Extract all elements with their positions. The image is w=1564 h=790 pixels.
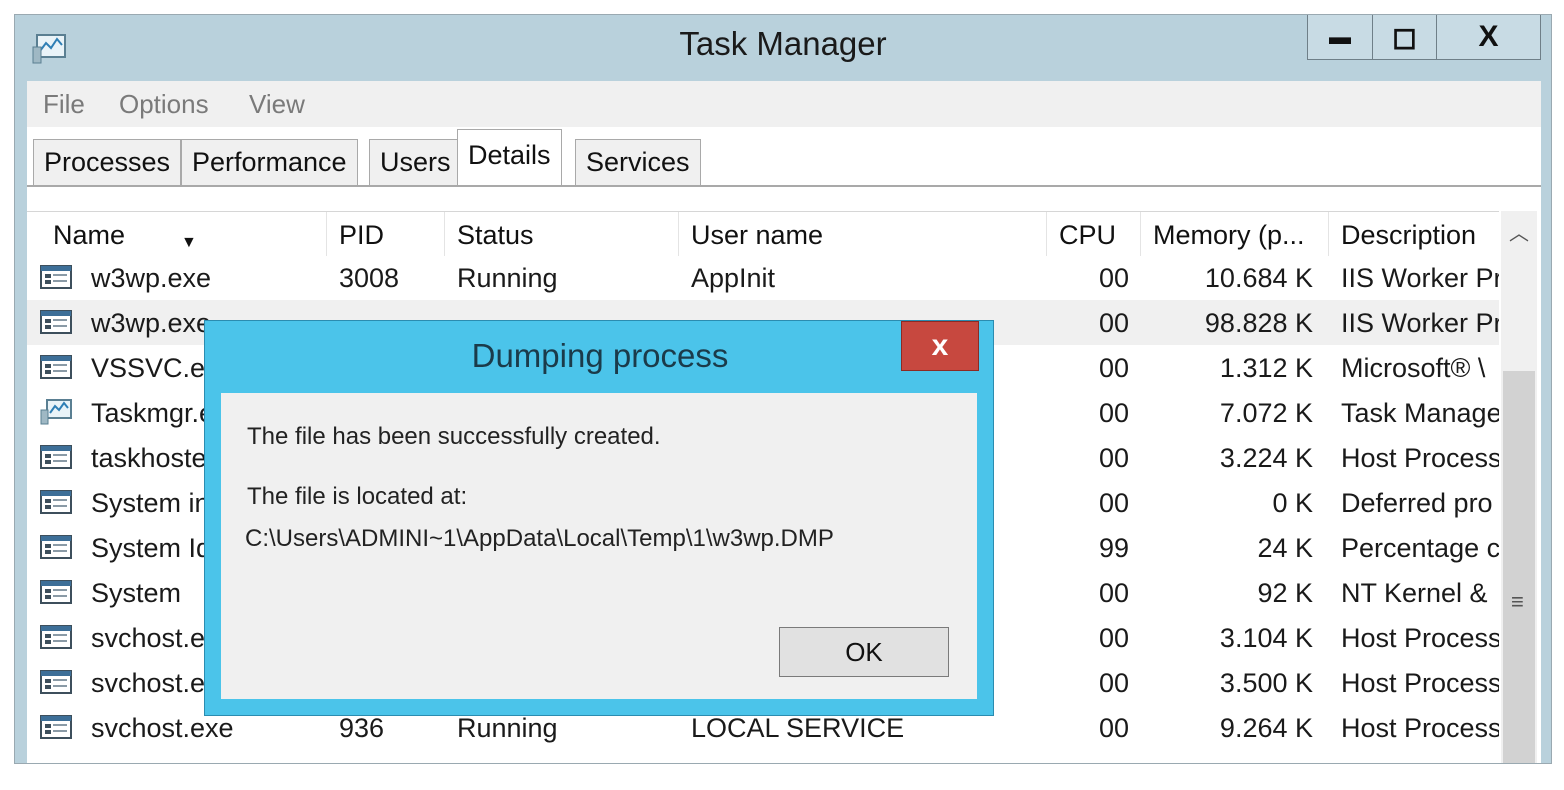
column-name-label: Name: [53, 220, 126, 250]
dumping-process-dialog: Dumping process x The file has been succ…: [204, 320, 994, 716]
tab-details[interactable]: Details: [457, 129, 562, 187]
cell-cpu: 00: [1098, 443, 1129, 473]
process-icon: [40, 625, 72, 649]
ok-button[interactable]: OK: [779, 627, 949, 677]
process-icon: [40, 310, 72, 334]
maximize-button[interactable]: ◻: [1372, 15, 1436, 59]
menu-options[interactable]: Options: [119, 89, 209, 120]
process-icon: [40, 580, 72, 604]
table-row[interactable]: w3wp.exe 3008 Running AppInit 00 10.684 K IIS …: [27, 255, 1499, 300]
cell-description: IIS Worker Pr: [1341, 263, 1499, 293]
column-name[interactable]: Name ▼: [41, 212, 327, 256]
grip-icon: ≡: [1511, 589, 1524, 614]
tab-performance[interactable]: Performance: [181, 139, 358, 185]
tab-services[interactable]: Services: [575, 139, 701, 185]
cell-description: Microsoft® \: [1341, 353, 1486, 383]
minimize-button[interactable]: ▬: [1308, 15, 1372, 59]
dialog-close-button[interactable]: x: [901, 321, 979, 371]
cell-memory: 9.264 K: [1219, 713, 1313, 743]
column-status[interactable]: Status: [445, 212, 679, 256]
cell-memory: 24 K: [1257, 533, 1313, 563]
task-manager-icon: [40, 399, 72, 425]
title-bar[interactable]: Task Manager ▬ ◻ X: [15, 15, 1551, 81]
cell-cpu: 00: [1098, 308, 1129, 338]
dialog-file-path: C:\Users\ADMINI~1\AppData\Local\Temp\1\w…: [245, 525, 834, 552]
cell-memory: 92 K: [1257, 578, 1313, 608]
scroll-up-icon[interactable]: ︿: [1501, 211, 1537, 251]
cell-user: AppInit: [691, 263, 776, 293]
column-cpu[interactable]: CPU: [1047, 212, 1141, 256]
cell-memory: 3.500 K: [1219, 668, 1313, 698]
tab-divider: [27, 185, 1541, 187]
tab-processes[interactable]: Processes: [33, 139, 182, 185]
cell-memory: 1.312 K: [1219, 353, 1313, 383]
cell-memory: 10.684 K: [1204, 263, 1313, 293]
cell-memory: 3.104 K: [1219, 623, 1313, 653]
process-icon: [40, 715, 72, 739]
column-pid[interactable]: PID: [327, 212, 445, 256]
menu-bar: File Options View: [27, 81, 1541, 127]
scroll-thumb[interactable]: ≡: [1503, 371, 1535, 763]
close-icon: X: [1478, 20, 1499, 53]
minimize-icon: ▬: [1329, 24, 1351, 49]
maximize-icon: ◻: [1392, 20, 1417, 54]
window-controls: ▬ ◻ X: [1307, 15, 1541, 60]
cell-description: IIS Worker Pr: [1341, 308, 1499, 338]
cell-memory: 0 K: [1272, 488, 1313, 518]
column-memory[interactable]: Memory (p...: [1141, 212, 1329, 256]
cell-cpu: 00: [1098, 398, 1129, 428]
cell-cpu: 99: [1098, 533, 1129, 563]
close-icon: x: [931, 329, 949, 362]
cell-description: NT Kernel &: [1341, 578, 1488, 608]
cell-description: Host Process: [1341, 443, 1499, 473]
dialog-body: The file has been successfully created. …: [221, 393, 977, 699]
cell-cpu: 00: [1098, 488, 1129, 518]
cell-description: Host Process: [1341, 623, 1499, 653]
column-user-name[interactable]: User name: [679, 212, 1047, 256]
close-button[interactable]: X: [1436, 15, 1540, 59]
cell-status: Running: [457, 263, 558, 293]
cell-memory: 3.224 K: [1219, 443, 1313, 473]
cell-memory: 7.072 K: [1219, 398, 1313, 428]
cell-cpu: 00: [1098, 578, 1129, 608]
process-icon: [40, 355, 72, 379]
dialog-message: The file has been successfully created.: [247, 423, 661, 450]
cell-cpu: 00: [1098, 353, 1129, 383]
cell-description: Host Process: [1341, 713, 1499, 743]
tab-strip: Processes Performance Users Details Serv…: [27, 127, 1541, 189]
cell-pid: 3008: [339, 263, 400, 293]
sort-down-icon: ▼: [181, 234, 197, 251]
cell-memory: 98.828 K: [1204, 308, 1313, 338]
process-icon: [40, 445, 72, 469]
menu-file[interactable]: File: [43, 89, 85, 120]
dialog-location-label: The file is located at:: [247, 483, 468, 510]
cell-cpu: 00: [1098, 623, 1129, 653]
dialog-title: Dumping process: [471, 337, 729, 374]
process-icon: [40, 535, 72, 559]
column-description[interactable]: Description: [1329, 212, 1499, 256]
process-icon: [40, 265, 72, 289]
process-icon: [40, 490, 72, 514]
cell-description: Task Manage: [1341, 398, 1499, 428]
table-header: Name ▼ PID Status User name CPU Memory (…: [27, 211, 1499, 256]
cell-name: w3wp.exe: [91, 263, 212, 293]
menu-view[interactable]: View: [249, 89, 305, 120]
cell-description: Deferred pro: [1341, 488, 1493, 518]
cell-cpu: 00: [1098, 668, 1129, 698]
cell-description: Percentage c: [1341, 533, 1499, 563]
cell-cpu: 00: [1098, 263, 1129, 293]
cell-cpu: 00: [1098, 713, 1129, 743]
cell-description: Host Process: [1341, 668, 1499, 698]
tab-users[interactable]: Users: [369, 139, 462, 185]
process-icon: [40, 670, 72, 694]
vertical-scrollbar[interactable]: ︿ ≡: [1501, 211, 1537, 763]
